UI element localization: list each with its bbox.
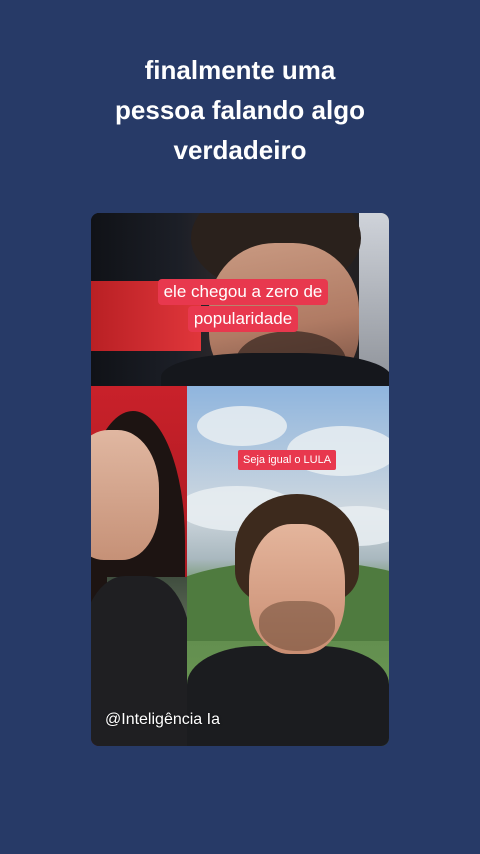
cloud bbox=[197, 406, 287, 446]
bottom-left-video-panel bbox=[91, 386, 187, 746]
headline-line-3: verdadeiro bbox=[173, 135, 307, 165]
presenter-face bbox=[91, 430, 159, 560]
bottom-caption: Seja igual o LULA bbox=[238, 450, 337, 470]
headline-line-1: finalmente uma bbox=[144, 55, 336, 85]
watermark: @Inteligência Ia bbox=[105, 711, 220, 728]
video-collage[interactable]: ele chegou a zero de popularidade Seja i… bbox=[91, 213, 389, 746]
top-caption: ele chegou a zero de popularidade bbox=[155, 279, 331, 333]
top-man-shirt bbox=[161, 353, 389, 386]
top-video-panel: ele chegou a zero de popularidade bbox=[91, 213, 389, 386]
headline-line-2: pessoa falando algo bbox=[115, 95, 365, 125]
top-caption-line-2: popularidade bbox=[187, 306, 299, 332]
bottom-right-video-panel: Seja igual o LULA bbox=[187, 386, 389, 746]
young-man-beard bbox=[259, 601, 335, 651]
top-caption-line-1: ele chegou a zero de bbox=[157, 279, 329, 305]
post-headline: finalmente uma pessoa falando algo verda… bbox=[40, 50, 440, 170]
